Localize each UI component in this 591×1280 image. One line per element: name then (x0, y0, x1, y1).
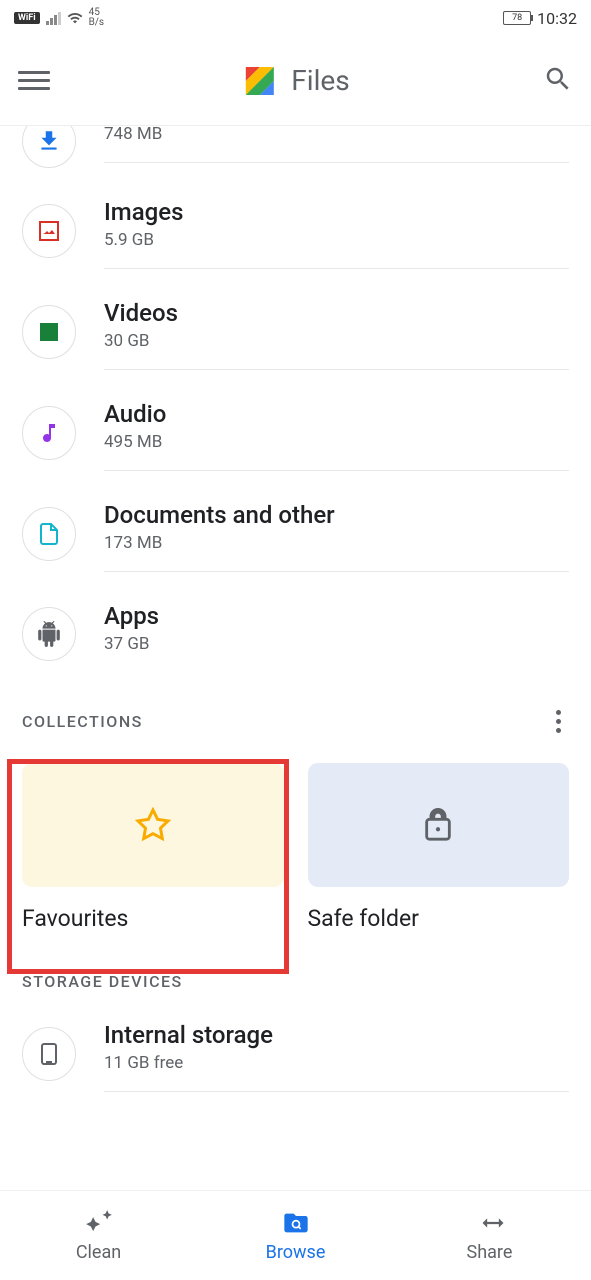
app-bar: Files (0, 36, 591, 126)
category-audio[interactable]: Audio 495 MB (0, 382, 591, 483)
wifi-icon (67, 10, 83, 26)
content-scroll[interactable]: 748 MB Images 5.9 GB Videos 30 GB Audio … (0, 126, 591, 1190)
category-size: 495 MB (104, 432, 569, 452)
category-title: Apps (104, 602, 569, 630)
nav-label: Share (467, 1242, 519, 1263)
nav-share[interactable]: Share (394, 1191, 591, 1280)
collection-favourites[interactable]: Favourites (22, 763, 284, 932)
download-icon (22, 126, 76, 168)
category-size: 5.9 GB (104, 230, 569, 250)
status-time: 10:32 (537, 9, 577, 28)
share-icon (479, 1208, 507, 1238)
category-title: Audio (104, 400, 569, 428)
category-apps[interactable]: Apps 37 GB (0, 584, 591, 684)
category-size: 173 MB (104, 533, 569, 553)
nav-browse[interactable]: Browse (197, 1191, 394, 1280)
category-videos[interactable]: Videos 30 GB (0, 281, 591, 382)
nav-clean[interactable]: Clean (0, 1191, 197, 1280)
section-title: STORAGE DEVICES (22, 972, 183, 991)
app-title: Files (241, 63, 349, 99)
storage-title: Internal storage (104, 1021, 569, 1049)
bottom-nav: Clean Browse Share (0, 1190, 591, 1280)
audio-icon (22, 406, 76, 460)
storage-sub: 11 GB free (104, 1053, 569, 1073)
storage-internal[interactable]: Internal storage 11 GB free (0, 1001, 591, 1106)
category-downloads[interactable]: 748 MB (0, 126, 591, 180)
signal-icon (46, 12, 61, 25)
collection-label: Favourites (22, 905, 284, 932)
nav-label: Clean (76, 1242, 121, 1263)
apps-icon (22, 607, 76, 661)
category-images[interactable]: Images 5.9 GB (0, 180, 591, 281)
collections-grid: Favourites Safe folder (0, 751, 591, 962)
search-button[interactable] (543, 64, 573, 98)
app-logo-icon (241, 63, 277, 99)
section-title: COLLECTIONS (22, 712, 143, 731)
more-button[interactable] (548, 702, 569, 741)
favourites-card (22, 763, 284, 887)
category-size: 748 MB (104, 126, 569, 144)
folder-search-icon (282, 1208, 310, 1238)
menu-icon[interactable] (18, 65, 50, 97)
nav-label: Browse (266, 1242, 326, 1263)
document-icon (22, 507, 76, 561)
category-title: Documents and other (104, 501, 569, 529)
collection-label: Safe folder (308, 905, 570, 932)
battery-icon: 78 (503, 11, 531, 25)
collection-safe-folder[interactable]: Safe folder (308, 763, 570, 932)
phone-icon (22, 1027, 76, 1081)
safe-folder-card (308, 763, 570, 887)
sparkle-icon (85, 1208, 113, 1238)
video-icon (22, 305, 76, 359)
category-title: Images (104, 198, 569, 226)
status-bar: WiFi 45 B/s 78 10:32 (0, 0, 591, 36)
wifi-badge: WiFi (14, 12, 40, 24)
category-size: 37 GB (104, 634, 569, 654)
lock-icon (421, 808, 455, 842)
category-title: Videos (104, 299, 569, 327)
category-documents[interactable]: Documents and other 173 MB (0, 483, 591, 584)
collections-header: COLLECTIONS (0, 684, 591, 751)
star-icon (135, 807, 171, 843)
image-icon (22, 204, 76, 258)
search-icon (543, 64, 573, 94)
app-name: Files (291, 64, 349, 97)
category-size: 30 GB (104, 331, 569, 351)
storage-header: STORAGE DEVICES (0, 962, 591, 1001)
data-rate: 45 B/s (89, 8, 105, 28)
